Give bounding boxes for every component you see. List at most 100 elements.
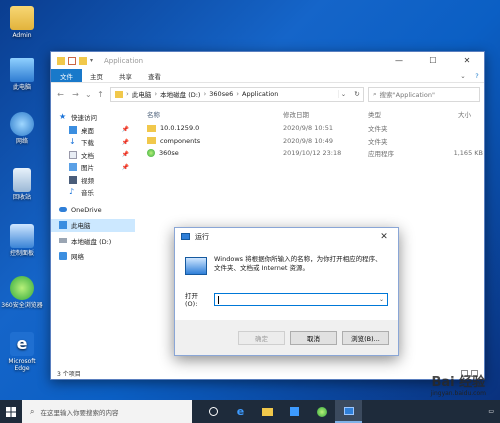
desktop-icon-recycle-bin[interactable]: 回收站 [0,168,44,201]
360-app-icon [147,149,155,158]
breadcrumb-item[interactable]: 本地磁盘 (D:) [160,89,200,99]
taskbar: ⌕ 在这里输入你要搜索的内容 e ▭ [0,400,500,423]
search-placeholder: 搜索"Application" [379,91,435,99]
breadcrumb-item[interactable]: 360se6 [209,90,233,98]
nav-item-documents[interactable]: 文档 📌 [51,149,135,162]
ok-button[interactable]: 确定 [238,330,285,345]
text-caret [217,295,219,304]
360-browser-icon [10,276,34,300]
download-icon: ↓ [69,137,76,147]
nav-item-local-disk[interactable]: 本地磁盘 (D:) [51,235,135,248]
folder-icon [115,90,123,98]
computer-icon [10,58,34,82]
nav-item-desktop[interactable]: 桌面 📌 [51,124,135,137]
open-input[interactable]: ⌄ [213,292,388,306]
explorer-titlebar[interactable]: ▾ Application — ☐ ✕ [51,52,484,69]
run-icon[interactable] [335,400,362,423]
tab-share[interactable]: 共享 [111,69,140,82]
tab-file[interactable]: 文件 [51,69,82,82]
help-icon[interactable]: ? [470,69,484,82]
recycle-bin-icon [13,168,31,192]
open-label: 打开(O): [185,292,198,308]
watermark-main: Bai 经验 [431,375,486,390]
desktop-icon-edge[interactable]: e Microsoft Edge [0,332,44,372]
properties-icon[interactable] [68,56,76,65]
desktop-icon-label: Admin [12,32,32,39]
search-input[interactable]: ⌕ 搜索"Application" [368,86,480,102]
browse-button[interactable]: 浏览(B)... [342,330,389,345]
desktop-icon-360-browser[interactable]: 360安全浏览器 [0,276,44,309]
search-icon: ⌕ [30,406,35,416]
expand-ribbon-icon[interactable]: ⌄ [456,69,470,82]
pin-icon: 📌 [121,151,129,159]
nav-item-quick-access[interactable]: ★ 快速访问 [51,111,135,124]
breadcrumb-item[interactable]: 此电脑 [132,89,152,99]
forward-icon[interactable]: → [70,90,81,99]
star-icon: ★ [59,112,67,122]
taskbar-search-input[interactable]: ⌕ 在这里输入你要搜索的内容 [22,400,192,423]
nav-item-music[interactable]: ♪ 音乐 [51,186,135,199]
user-folder-icon [10,6,34,30]
folder-icon [57,56,65,65]
up-icon[interactable]: ↑ [95,90,106,99]
pin-icon: 📌 [121,126,129,134]
nav-item-pictures[interactable]: 图片 📌 [51,161,135,174]
new-folder-icon[interactable] [79,56,87,65]
column-header-date[interactable]: 修改日期 [283,109,368,119]
table-row[interactable]: components 2020/9/8 10:49 文件夹 [137,135,484,148]
desktop-icon-label: 网络 [15,138,28,145]
system-tray: ▭ [488,408,500,415]
desktop-icon-label: 360安全浏览器 [1,302,43,309]
store-icon[interactable] [281,400,308,423]
close-icon[interactable]: ✕ [370,232,398,242]
360-browser-icon[interactable] [308,400,335,423]
address-bar[interactable]: › 此电脑 › 本地磁盘 (D:) › 360se6 › Application… [110,86,364,102]
windows-logo-icon [6,406,16,417]
column-headers: 名称 修改日期 类型 大小 [137,106,484,122]
watermark-sub: jingyan.baidu.com [430,390,486,397]
desktop-icon-admin[interactable]: Admin [0,6,44,39]
desktop-icon-network[interactable]: 网络 [0,112,44,145]
nav-item-onedrive[interactable]: OneDrive [51,204,135,217]
run-dialog: 运行 ✕ Windows 将根据你所输入的名称，为你打开相应的程序、 文件夹、文… [174,227,399,356]
chevron-down-icon[interactable]: ⌄ [338,90,348,98]
chevron-down-icon[interactable]: ⌄ [379,296,384,303]
chevron-down-icon[interactable]: ▾ [90,57,96,65]
desktop-icon-label: 此电脑 [12,84,31,91]
run-dialog-title: 运行 [195,232,209,241]
column-header-type[interactable]: 类型 [368,109,428,119]
folder-icon [147,124,156,132]
nav-item-downloads[interactable]: ↓ 下载 📌 [51,136,135,149]
cancel-button[interactable]: 取消 [290,330,337,345]
nav-item-network[interactable]: 网络 [51,250,135,263]
run-dialog-body: Windows 将根据你所输入的名称，为你打开相应的程序、 文件夹、文档或 In… [175,245,398,323]
desktop-icon [69,125,77,134]
start-button[interactable] [0,400,22,423]
column-header-size[interactable]: 大小 [428,109,483,119]
close-button[interactable]: ✕ [450,52,484,69]
table-row[interactable]: 10.0.1259.0 2020/9/8 10:51 文件夹 [137,122,484,135]
table-row[interactable]: 360se 2019/10/12 23:18 应用程序 1,165 KB [137,147,484,160]
desktop-icon-control-panel[interactable]: 控制面板 [0,224,44,257]
breadcrumb-item[interactable]: Application [242,90,278,98]
maximize-button[interactable]: ☐ [416,52,450,69]
back-icon[interactable]: ← [55,90,66,99]
nav-item-this-pc[interactable]: 此电脑 [51,219,135,232]
edge-icon[interactable]: e [227,400,254,423]
folder-icon [147,137,156,145]
cortana-icon[interactable] [200,400,227,423]
column-header-name[interactable]: 名称 [137,109,283,119]
file-explorer-icon[interactable] [254,400,281,423]
minimize-button[interactable]: — [382,52,416,69]
desktop-icon-label: Microsoft Edge [8,358,36,372]
tab-home[interactable]: 主页 [82,69,111,82]
search-icon: ⌕ [373,89,377,98]
recent-locations-icon[interactable]: ⌄ [85,90,92,99]
desktop-icon-this-pc[interactable]: 此电脑 [0,58,44,91]
item-count: 3 个项目 [57,370,81,378]
tab-view[interactable]: 查看 [140,69,169,82]
nav-item-videos[interactable]: 视频 [51,174,135,187]
notification-icon[interactable]: ▭ [488,408,494,415]
refresh-icon[interactable]: ↻ [351,90,363,98]
run-dialog-titlebar[interactable]: 运行 ✕ [175,228,398,245]
